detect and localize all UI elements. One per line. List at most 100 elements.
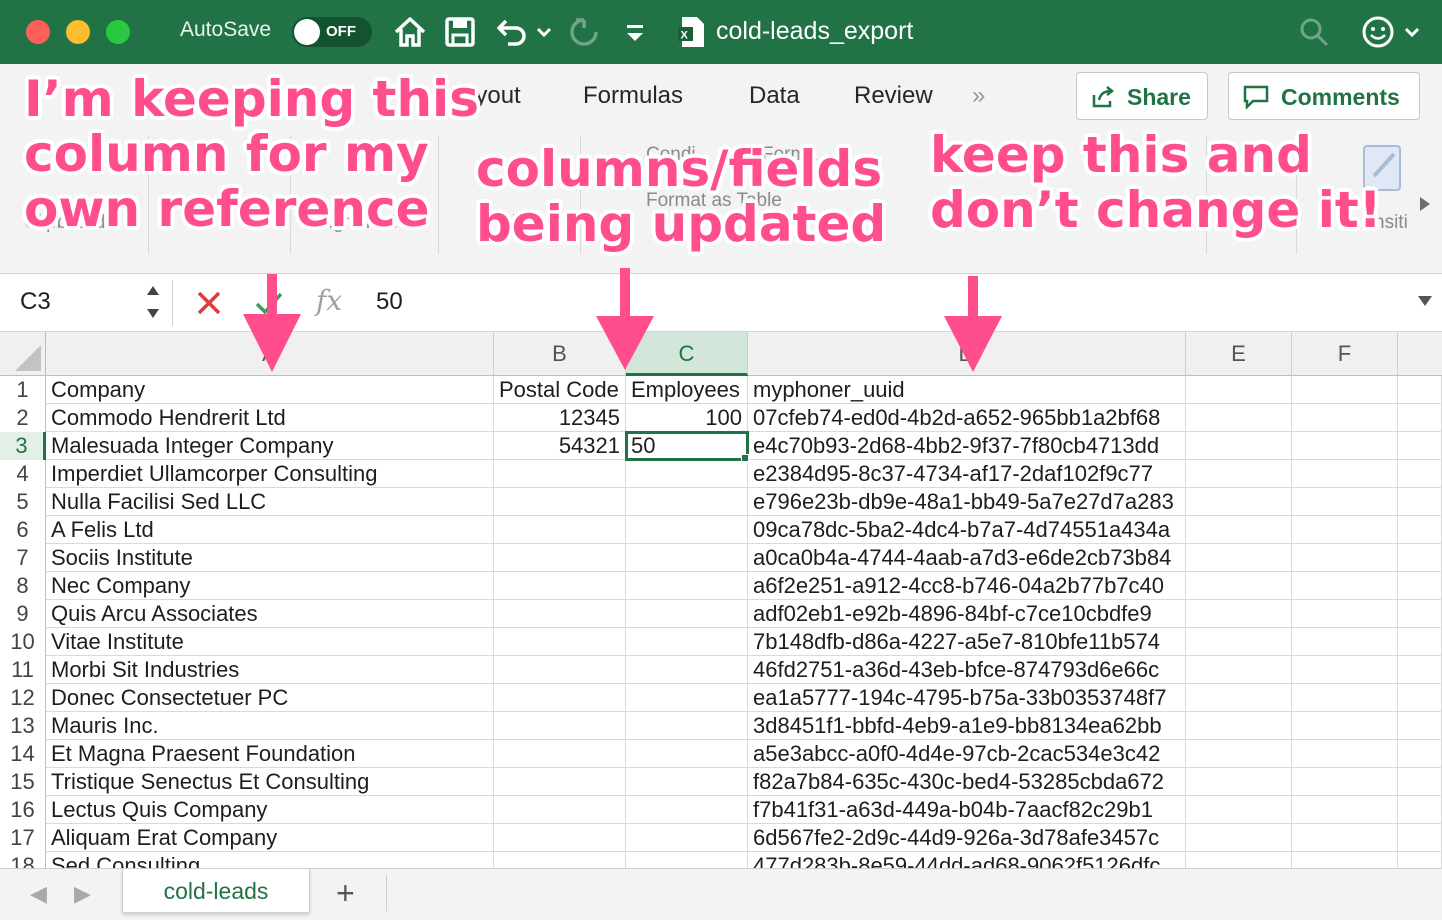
cell-f[interactable] (1292, 404, 1398, 432)
cell-b[interactable] (494, 460, 626, 488)
cell-d[interactable]: 6d567fe2-2d9c-44d9-926a-3d78afe3457c (748, 824, 1186, 852)
cell-b[interactable]: Postal Code (494, 376, 626, 404)
cell-g[interactable] (1398, 376, 1442, 404)
row-header[interactable]: 6 (0, 516, 46, 544)
cell-c[interactable] (626, 460, 748, 488)
cell-e[interactable] (1186, 796, 1292, 824)
cell-c[interactable] (626, 768, 748, 796)
cell-a[interactable]: Imperdiet Ullamcorper Consulting (46, 460, 494, 488)
cell-e[interactable] (1186, 740, 1292, 768)
cancel-x-icon[interactable] (196, 290, 222, 316)
cell-a[interactable]: Morbi Sit Industries (46, 656, 494, 684)
cell-b[interactable]: 12345 (494, 404, 626, 432)
active-cell-c3[interactable]: 50 (625, 431, 749, 461)
cell-e[interactable] (1186, 768, 1292, 796)
feedback-chevron-down-icon[interactable] (1400, 14, 1424, 50)
cell-g[interactable] (1398, 656, 1442, 684)
cell-b[interactable] (494, 516, 626, 544)
cell-e[interactable] (1186, 628, 1292, 656)
cell-c[interactable] (626, 796, 748, 824)
share-button[interactable]: Share (1076, 72, 1208, 120)
cell-a[interactable]: Lectus Quis Company (46, 796, 494, 824)
cell-g[interactable] (1398, 740, 1442, 768)
cell-c[interactable] (626, 712, 748, 740)
cell-d[interactable]: a0ca0b4a-4744-4aab-a7d3-e6de2cb73b84 (748, 544, 1186, 572)
cell-b[interactable] (494, 656, 626, 684)
cell-b[interactable] (494, 600, 626, 628)
row-header[interactable]: 17 (0, 824, 46, 852)
row-header[interactable]: 18 (0, 852, 46, 868)
row-header[interactable]: 5 (0, 488, 46, 516)
insert-function-icon[interactable]: fx (316, 284, 342, 317)
next-sheet-arrow-icon[interactable]: ▶ (74, 881, 91, 907)
zoom-window-button[interactable] (106, 20, 130, 44)
cell-f[interactable] (1292, 656, 1398, 684)
cell-g[interactable] (1398, 712, 1442, 740)
cell-b[interactable] (494, 684, 626, 712)
cell-e[interactable] (1186, 684, 1292, 712)
cell-e[interactable] (1186, 712, 1292, 740)
cell-e[interactable] (1186, 824, 1292, 852)
cell-b[interactable] (494, 852, 626, 868)
tab-formulas[interactable]: Formulas (583, 82, 683, 110)
comments-button[interactable]: Comments (1228, 72, 1420, 120)
cell-d[interactable]: 07cfeb74-ed0d-4b2d-a652-965bb1a2bf68 (748, 404, 1186, 432)
row-header[interactable]: 7 (0, 544, 46, 572)
cell-f[interactable] (1292, 516, 1398, 544)
cell-e[interactable] (1186, 656, 1292, 684)
cell-b[interactable]: 54321 (494, 432, 626, 460)
formula-input[interactable]: 50 (376, 288, 403, 316)
name-box[interactable]: C3 (20, 288, 51, 316)
home-icon[interactable] (392, 14, 428, 50)
cell-c[interactable]: Employees (626, 376, 748, 404)
select-all-corner[interactable] (0, 332, 46, 376)
row-header[interactable]: 13 (0, 712, 46, 740)
cell-f[interactable] (1292, 572, 1398, 600)
row-header[interactable]: 1 (0, 376, 46, 404)
column-header-e[interactable]: E (1186, 332, 1292, 376)
cell-b[interactable] (494, 824, 626, 852)
cell-c[interactable] (626, 572, 748, 600)
redo-icon[interactable] (566, 14, 602, 50)
cell-e[interactable] (1186, 572, 1292, 600)
cell-d[interactable]: a5e3abcc-a0f0-4d4e-97cb-2cac534e3c42 (748, 740, 1186, 768)
cell-c[interactable]: 100 (626, 404, 748, 432)
cell-g[interactable] (1398, 488, 1442, 516)
row-header[interactable]: 9 (0, 600, 46, 628)
cell-d[interactable]: f7b41f31-a63d-449a-b04b-7aacf82c29b1 (748, 796, 1186, 824)
cell-f[interactable] (1292, 628, 1398, 656)
row-header[interactable]: 3 (0, 432, 46, 460)
row-header[interactable]: 8 (0, 572, 46, 600)
row-header[interactable]: 11 (0, 656, 46, 684)
cell-c[interactable] (626, 516, 748, 544)
fill-handle[interactable] (741, 454, 749, 462)
cell-d[interactable]: 477d283b-8e59-44dd-ad68-9062f5126dfc (748, 852, 1186, 868)
cell-c[interactable] (626, 656, 748, 684)
cell-f[interactable] (1292, 740, 1398, 768)
tab-review[interactable]: Review (854, 82, 933, 110)
cell-a[interactable]: Malesuada Integer Company (46, 432, 494, 460)
cell-e[interactable] (1186, 460, 1292, 488)
more-tabs-chevron-icon[interactable]: » (972, 82, 985, 110)
cell-b[interactable] (494, 572, 626, 600)
cell-d[interactable]: 09ca78dc-5ba2-4dc4-b7a7-4d74551a434a (748, 516, 1186, 544)
cell-e[interactable] (1186, 376, 1292, 404)
close-window-button[interactable] (26, 20, 50, 44)
cell-a[interactable]: Et Magna Praesent Foundation (46, 740, 494, 768)
cell-b[interactable] (494, 544, 626, 572)
cell-b[interactable] (494, 488, 626, 516)
column-header-f[interactable]: F (1292, 332, 1398, 376)
cell-a[interactable]: Donec Consectetuer PC (46, 684, 494, 712)
cell-g[interactable] (1398, 852, 1442, 868)
cell-a[interactable]: Aliquam Erat Company (46, 824, 494, 852)
cell-g[interactable] (1398, 600, 1442, 628)
cell-g[interactable] (1398, 796, 1442, 824)
row-header[interactable]: 12 (0, 684, 46, 712)
cell-g[interactable] (1398, 824, 1442, 852)
cell-c[interactable] (626, 488, 748, 516)
cell-g[interactable] (1398, 404, 1442, 432)
cell-f[interactable] (1292, 824, 1398, 852)
cell-b[interactable] (494, 628, 626, 656)
cell-g[interactable] (1398, 460, 1442, 488)
cell-c[interactable] (626, 740, 748, 768)
